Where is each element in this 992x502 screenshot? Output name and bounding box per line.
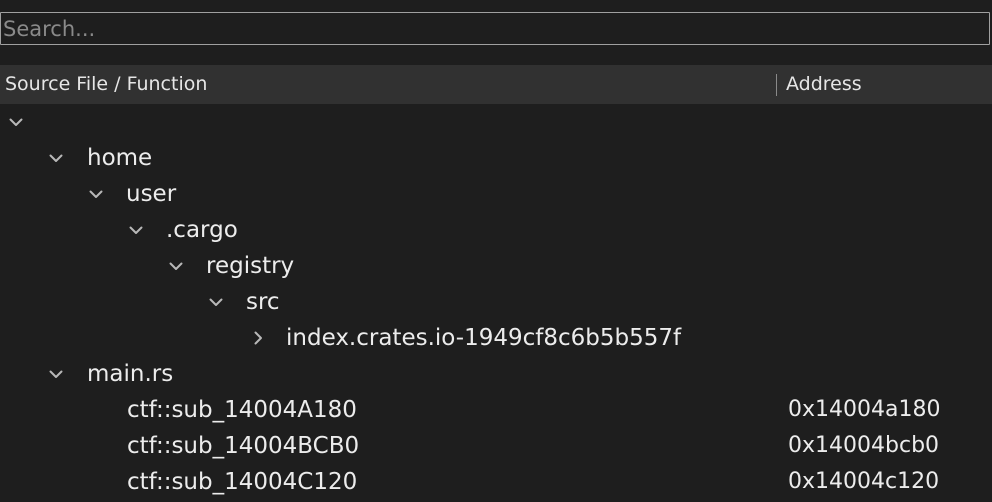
search-input[interactable] <box>1 13 989 44</box>
column-divider[interactable] <box>776 74 777 96</box>
tree-label-registry: registry <box>206 253 295 279</box>
chevron-down-icon[interactable] <box>206 284 226 320</box>
tree-label-cargo: .cargo <box>166 217 238 243</box>
chevron-down-icon[interactable] <box>166 248 186 284</box>
source-tree: home user .cargo registry src index.crat… <box>0 104 992 502</box>
function-address: 0x14004c120 <box>788 469 940 494</box>
search-box[interactable] <box>0 12 990 45</box>
function-address: 0x14004bcb0 <box>788 433 940 458</box>
tree-row-home[interactable]: home <box>0 140 992 176</box>
tree-row-root[interactable] <box>0 104 992 140</box>
column-header-source[interactable]: Source File / Function <box>5 65 207 104</box>
chevron-down-icon[interactable] <box>46 356 66 392</box>
tree-label-src: src <box>246 289 280 315</box>
tree-label-user: user <box>126 181 177 207</box>
tree-row-user[interactable]: user <box>0 176 992 212</box>
tree-row-main[interactable]: main.rs <box>0 356 992 392</box>
tree-label-main: main.rs <box>87 361 174 387</box>
function-row[interactable]: ctf::sub_14004A180 0x14004a180 <box>0 392 992 428</box>
chevron-down-icon[interactable] <box>126 212 146 248</box>
function-name: ctf::sub_14004C120 <box>127 469 358 495</box>
column-header-address[interactable]: Address <box>786 65 862 104</box>
tree-row-src[interactable]: src <box>0 284 992 320</box>
tree-row-crate[interactable]: index.crates.io-1949cf8c6b5b557f <box>0 320 992 356</box>
chevron-down-icon[interactable] <box>6 104 26 140</box>
function-name: ctf::sub_14004BCB0 <box>127 433 360 459</box>
tree-label-home: home <box>87 145 153 171</box>
tree-label-crate: index.crates.io-1949cf8c6b5b557f <box>286 325 682 351</box>
function-address: 0x14004a180 <box>788 397 941 422</box>
function-name: ctf::sub_14004A180 <box>127 397 357 423</box>
tree-row-registry[interactable]: registry <box>0 248 992 284</box>
tree-row-cargo[interactable]: .cargo <box>0 212 992 248</box>
function-row[interactable]: ctf::sub_14004C120 0x14004c120 <box>0 464 992 500</box>
column-header: Source File / Function Address <box>0 65 992 104</box>
chevron-down-icon[interactable] <box>46 140 66 176</box>
chevron-right-icon[interactable] <box>248 320 268 356</box>
window-top-band <box>0 0 992 12</box>
chevron-down-icon[interactable] <box>86 176 106 212</box>
function-row[interactable]: ctf::sub_14004BCB0 0x14004bcb0 <box>0 428 992 464</box>
